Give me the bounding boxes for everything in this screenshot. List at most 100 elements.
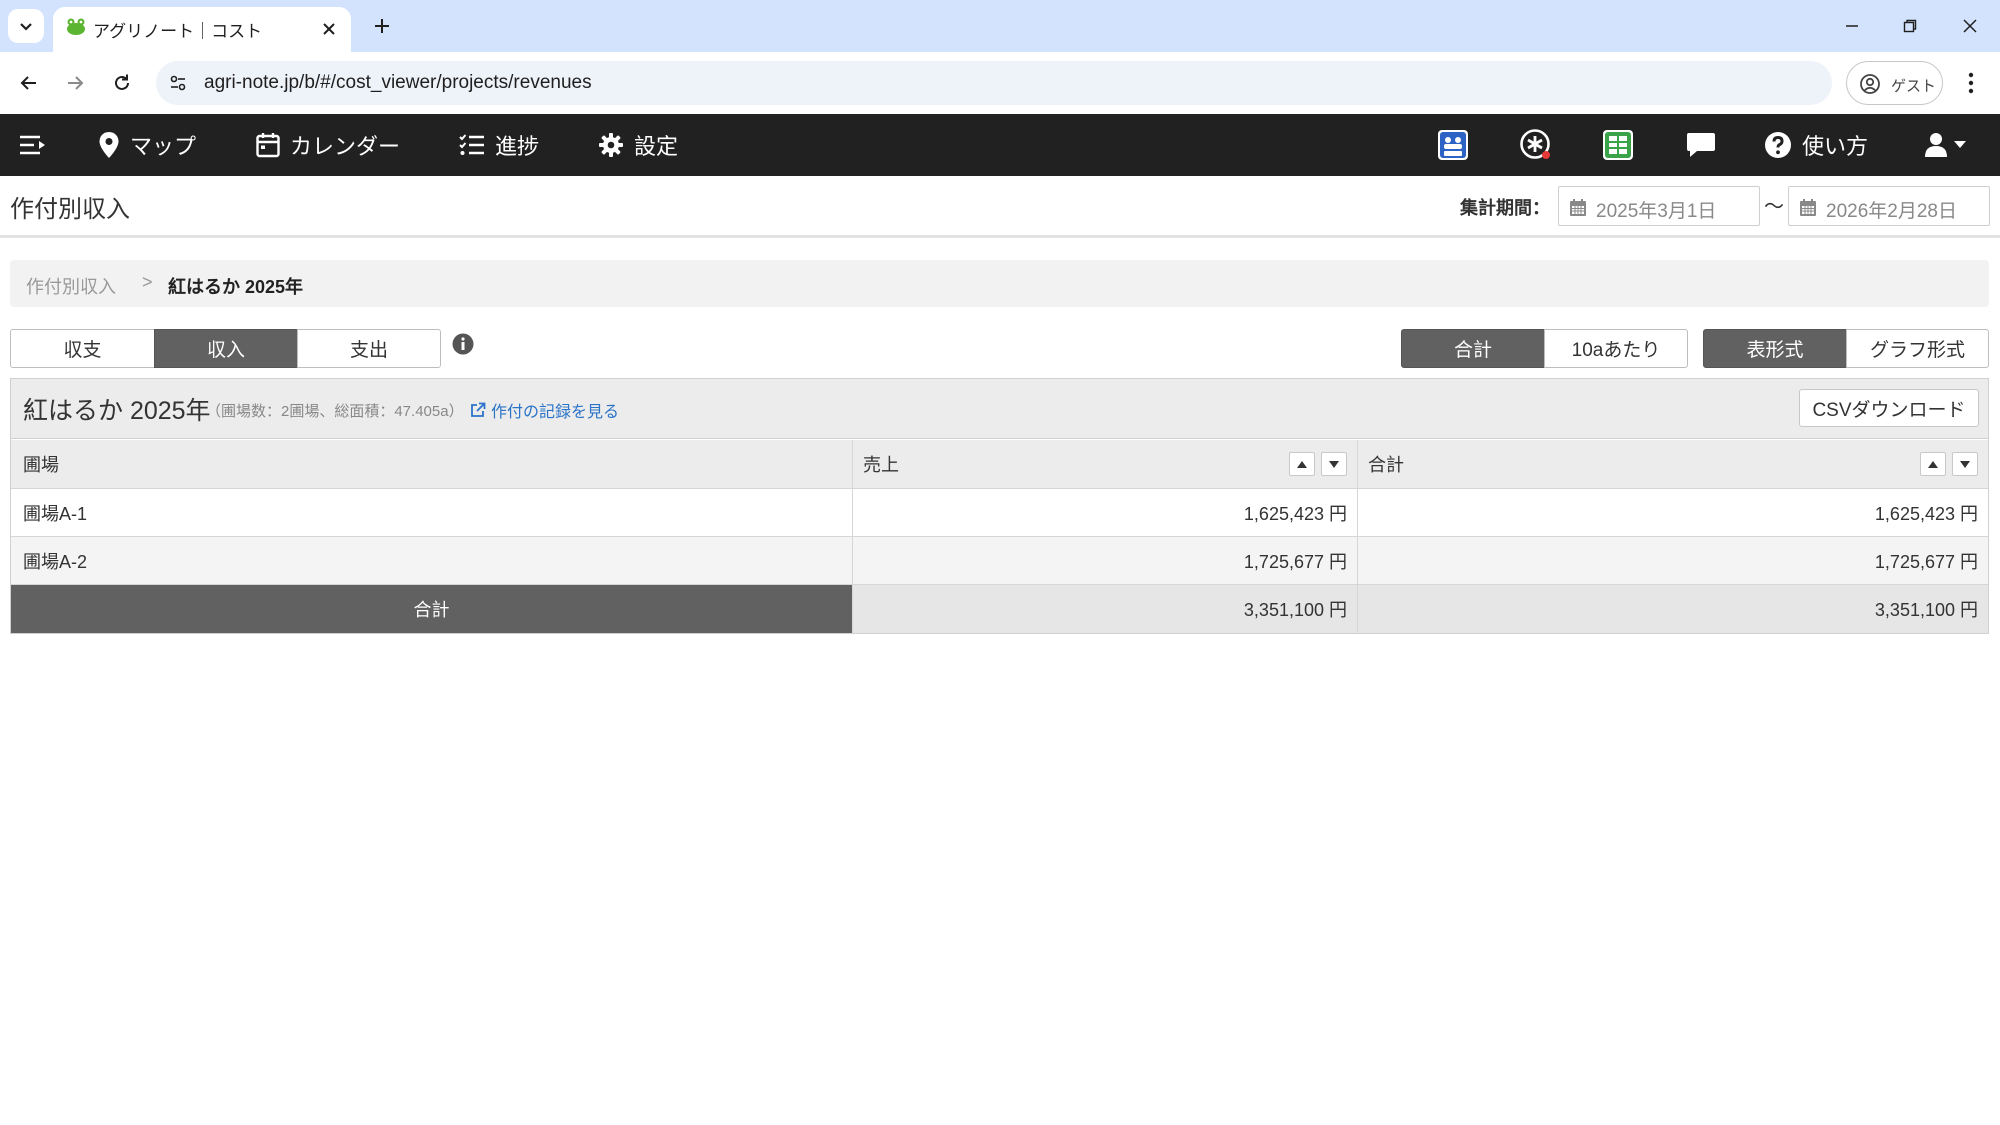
profile-button[interactable]: ゲスト (1846, 61, 1943, 105)
address-bar[interactable]: agri-note.jp/b/#/cost_viewer/projects/re… (156, 61, 1832, 105)
gear-icon (598, 132, 624, 158)
sales-cell: 1,625,423 円 (853, 489, 1358, 536)
manager-app-button[interactable] (1437, 114, 1469, 176)
account-circle-icon (1859, 73, 1881, 100)
table-total-row: 合計 3,351,100 円 3,351,100 円 (11, 585, 1988, 633)
nav-map[interactable]: マップ (98, 114, 196, 176)
caret-down-icon (1954, 141, 1966, 149)
browser-tab-bar: アグリノート｜コスト (0, 0, 2000, 52)
frog-favicon-icon (65, 16, 87, 43)
spreadsheet-button[interactable] (1602, 114, 1634, 176)
minimize-button[interactable] (1838, 12, 1866, 40)
panel-meta: （圃場数：2圃場、総面積：47.405a） (206, 403, 464, 420)
reload-icon (115, 74, 129, 90)
back-button[interactable] (14, 68, 44, 98)
calendar-icon (1799, 198, 1817, 222)
nav-settings[interactable]: 設定 (598, 114, 678, 176)
menu-toggle-icon (20, 135, 45, 155)
sort-controls (1289, 452, 1347, 476)
toggle-table-view[interactable]: 表形式 (1703, 329, 1847, 368)
nav-progress-label: 進捗 (495, 134, 540, 159)
window-close-button[interactable] (1956, 12, 1984, 40)
table-row: 圃場A-2 1,725,677 円 1,725,677 円 (11, 537, 1988, 585)
table-row: 圃場A-1 1,625,423 円 1,625,423 円 (11, 489, 1988, 537)
forward-button[interactable] (60, 68, 90, 98)
page-header: 作付別収入 集計期間： 2025年3月1日 〜 2026年2月28日 (0, 176, 2000, 238)
triangle-up-icon (1297, 460, 1307, 468)
panel-header: 紅はるか 2025年 （圃場数：2圃場、総面積：47.405a） 作付の記録を見… (11, 379, 1988, 439)
minimize-icon (1846, 25, 1858, 27)
csv-download-button[interactable]: CSVダウンロード (1799, 389, 1979, 427)
nav-settings-label: 設定 (634, 134, 679, 159)
chevron-down-icon (20, 23, 32, 31)
help-button[interactable]: 使い方 (1764, 114, 1868, 176)
app-navbar: マップ カレンダー 進捗 設定 使い方 (0, 114, 2000, 176)
info-icon[interactable] (452, 333, 474, 360)
sort-ascending-button[interactable] (1289, 452, 1315, 476)
sort-descending-button[interactable] (1952, 452, 1978, 476)
calendar-icon (1569, 198, 1587, 222)
tab-title: アグリノート｜コスト (93, 22, 263, 41)
grand-total-cell: 3,351,100 円 (1874, 600, 1978, 620)
tab-search-button[interactable] (8, 9, 44, 43)
arrow-left-icon (20, 76, 36, 90)
start-date-value: 2025年3月1日 (1596, 201, 1717, 222)
column-header-total-label: 合計 (1368, 455, 1404, 475)
field-name-cell: 圃場A-1 (11, 489, 853, 536)
calendar-icon (256, 132, 280, 158)
reload-button[interactable] (107, 68, 137, 98)
field-name-cell: 圃場A-2 (11, 537, 853, 584)
toggle-total[interactable]: 合計 (1401, 329, 1545, 368)
restore-button[interactable] (1896, 12, 1924, 40)
nav-map-label: マップ (130, 134, 197, 159)
restore-icon (1903, 19, 1917, 33)
map-pin-icon (98, 131, 120, 159)
url-text: agri-note.jp/b/#/cost_viewer/projects/re… (204, 72, 592, 93)
triangle-down-icon (1329, 460, 1339, 468)
profile-label: ゲスト (1891, 78, 1937, 95)
site-settings-icon[interactable] (168, 73, 188, 98)
sort-ascending-button[interactable] (1920, 452, 1946, 476)
column-header-sales-label: 売上 (863, 455, 899, 475)
nav-calendar[interactable]: カレンダー (256, 114, 400, 176)
panel-title: 紅はるか 2025年 (23, 397, 211, 425)
browser-toolbar: agri-note.jp/b/#/cost_viewer/projects/re… (0, 52, 2000, 114)
messages-button[interactable] (1686, 114, 1716, 176)
browser-tab[interactable]: アグリノート｜コスト (53, 7, 351, 52)
total-cell: 1,725,677 円 (1874, 551, 1978, 572)
arrow-right-icon (68, 76, 84, 90)
total-row-label: 合計 (11, 585, 853, 633)
toggle-per-10a[interactable]: 10aあたり (1544, 329, 1688, 368)
tab-income[interactable]: 収入 (154, 329, 298, 368)
new-tab-button[interactable] (368, 12, 396, 40)
period-separator: 〜 (1764, 196, 1784, 218)
column-header-field: 圃場 (11, 440, 853, 488)
sidebar-toggle-button[interactable] (18, 114, 48, 176)
close-icon[interactable] (321, 21, 337, 42)
nav-progress[interactable]: 進捗 (459, 114, 539, 176)
total-sales-cell: 3,351,100 円 (853, 585, 1358, 633)
support-button[interactable] (1519, 114, 1553, 176)
more-vert-icon (1968, 72, 1974, 94)
triangle-down-icon (1960, 460, 1970, 468)
nav-calendar-label: カレンダー (290, 134, 401, 159)
end-date-input[interactable]: 2026年2月28日 (1788, 186, 1990, 226)
browser-menu-button[interactable] (1957, 67, 1985, 99)
total-cell: 1,625,423 円 (1874, 503, 1978, 524)
sort-descending-button[interactable] (1321, 452, 1347, 476)
breadcrumb-parent-link[interactable]: 作付別収入 (26, 273, 116, 299)
sort-controls (1920, 452, 1978, 476)
user-icon (1924, 132, 1948, 158)
sales-cell: 1,725,677 円 (853, 537, 1358, 584)
list-icon (459, 133, 485, 157)
start-date-input[interactable]: 2025年3月1日 (1558, 186, 1760, 226)
column-header-sales: 売上 (853, 440, 1358, 488)
help-label: 使い方 (1802, 134, 1869, 159)
user-menu-button[interactable] (1924, 114, 1966, 176)
toggle-graph-view[interactable]: グラフ形式 (1846, 329, 1989, 368)
crop-record-link[interactable]: 作付の記録を見る (470, 398, 619, 422)
tab-balance[interactable]: 収支 (10, 329, 155, 368)
revenue-panel: 紅はるか 2025年 （圃場数：2圃場、総面積：47.405a） 作付の記録を見… (10, 378, 1989, 634)
external-link-icon (471, 402, 486, 417)
tab-expense[interactable]: 支出 (297, 329, 441, 368)
